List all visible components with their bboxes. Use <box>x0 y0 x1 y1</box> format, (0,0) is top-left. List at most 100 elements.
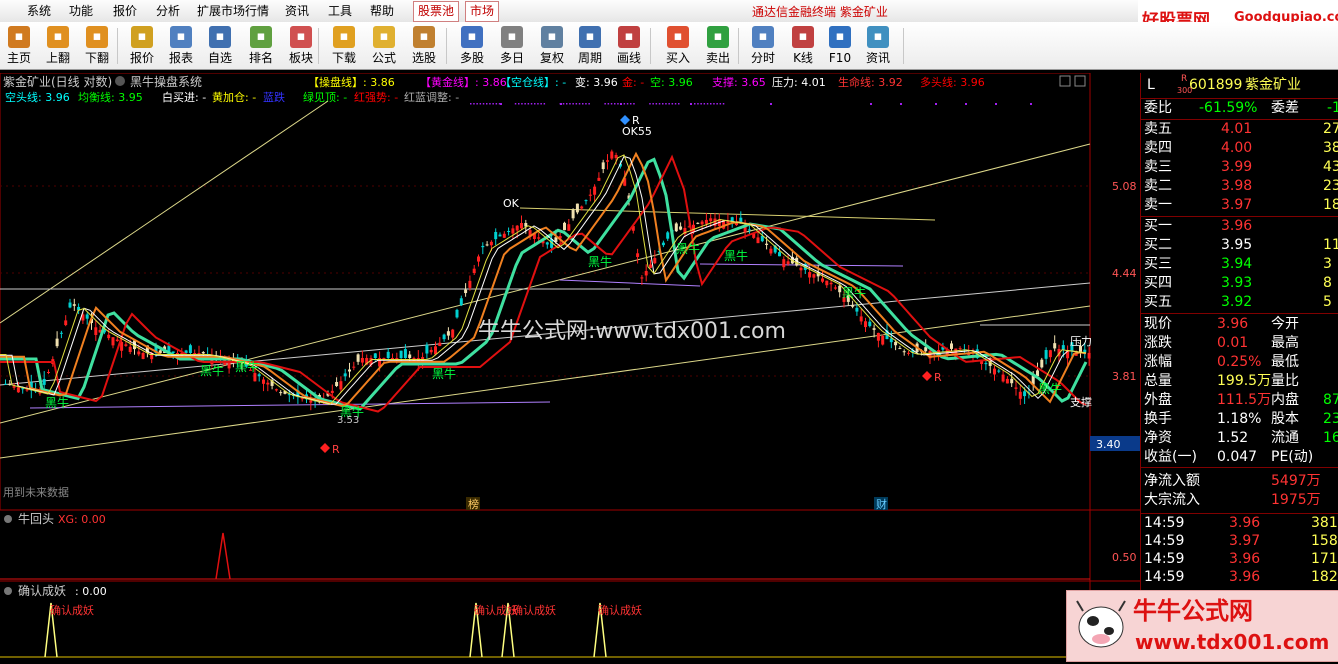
menu-help[interactable]: 帮助 <box>370 3 394 19</box>
menu-function[interactable]: 功能 <box>69 3 93 19</box>
indicator-value: 红蓝调整: - <box>404 90 459 104</box>
toolbar-download-button[interactable]: ▪ 下载 <box>326 24 362 68</box>
kline-icon: ▪ <box>792 26 814 48</box>
toolbar-home-button[interactable]: ▪ 主页 <box>1 24 37 68</box>
toolbar-rank-button[interactable]: ▪ 排名 <box>243 24 279 68</box>
kline-chart-area[interactable]: 紫金矿业(日线 对数) 黑牛操盘系统 【操盘线】: 3.86 【黄金线】: 3.86 【… <box>0 72 1140 660</box>
candle-body <box>709 218 713 222</box>
toolbar-f6-button[interactable]: ▪ 自选 <box>202 24 238 68</box>
stat-value: 0.047 <box>1217 449 1258 465</box>
sub2-title: 确认成妖 <box>18 584 66 598</box>
candle-body <box>597 177 601 181</box>
menu-system[interactable]: 系统 <box>27 3 51 19</box>
signal-dot <box>652 103 654 105</box>
toolbar-clock-button[interactable]: ▪ 多日 <box>494 24 530 68</box>
sell-volume: 23 <box>1323 178 1338 194</box>
candle-body <box>489 241 493 246</box>
bull-signal-label: 黑牛 <box>724 248 748 263</box>
toolbar-price-button[interactable]: ▪ 报价 <box>124 24 160 68</box>
tab-market[interactable]: 市场 <box>465 1 500 22</box>
bull-signal-label: 黑牛 <box>200 363 224 378</box>
toolbar-label: 资讯 <box>865 51 890 65</box>
toolbar-label: 选股 <box>411 51 436 65</box>
signal-dot <box>770 103 772 105</box>
toolbar-f8-button[interactable]: ▪ 周期 <box>572 24 608 68</box>
kline-chart-svg[interactable]: 紫金矿业(日线 对数) 黑牛操盘系统 【操盘线】: 3.86 【黄金线】: 3.86【… <box>0 72 1140 660</box>
toolbar-timeshare-button[interactable]: ▪ 分时 <box>745 24 781 68</box>
candle-body <box>889 338 893 343</box>
menu-tools[interactable]: 工具 <box>328 3 352 19</box>
toolbar-stock-pick-button[interactable]: ▪ 选股 <box>406 24 442 68</box>
menu-news[interactable]: 资讯 <box>285 3 309 19</box>
candle-body <box>451 329 455 338</box>
candle-body <box>1010 378 1014 384</box>
toolbar-label: 卖出 <box>705 51 730 65</box>
cow-logo-icon: 牛牛公式网 www.tdx001.com <box>1076 597 1329 654</box>
toolbar-report-button[interactable]: ▪ 报表 <box>163 24 199 68</box>
bull-signal-label: 黑牛 <box>842 285 866 300</box>
price-axis-label: 5.08 <box>1112 180 1137 193</box>
stat-label-2: 最高 <box>1271 335 1299 351</box>
pane-toggle-icon <box>4 587 12 595</box>
candle-body <box>502 233 506 238</box>
stat-label: 现价 <box>1144 316 1172 332</box>
tick-row: 14:59 3.97 158 <box>1141 532 1338 551</box>
stat-row-3: 总量 199.5万 量比 <box>1141 372 1338 391</box>
toolbar-buy-button[interactable]: ▪ 买入 <box>660 24 696 68</box>
flow-row-1: 大宗流入 1975万 <box>1141 491 1338 510</box>
toolbar-separator <box>650 28 651 64</box>
candle-body <box>257 374 261 377</box>
candle-body <box>1005 378 1009 384</box>
candle-body <box>666 232 670 239</box>
candle-body <box>47 372 50 373</box>
menu-quote[interactable]: 报价 <box>113 3 137 19</box>
candle-body <box>188 345 192 353</box>
toolbar-sell-button[interactable]: ▪ 卖出 <box>700 24 736 68</box>
candle-body <box>984 363 988 365</box>
toolbar-restore-button[interactable]: ▪ 复权 <box>534 24 570 68</box>
candle-body <box>872 328 876 330</box>
stat-label-2: 流通 <box>1271 430 1299 446</box>
candle-body <box>115 339 119 342</box>
toolbar-draw-line-button[interactable]: ▪ 画线 <box>611 24 647 68</box>
candle-body <box>399 350 403 358</box>
toolbar-news-button[interactable]: ▪ 资讯 <box>860 24 896 68</box>
toolbar-formula-button[interactable]: ▪ 公式 <box>366 24 402 68</box>
stat-label: 净资 <box>1144 430 1172 446</box>
signal-dot <box>694 103 696 105</box>
toolbar-f10-button[interactable]: ▪ F10 <box>822 24 858 68</box>
stock-code: 601899 <box>1189 77 1243 93</box>
menu-extended-market[interactable]: 扩展市场行情 <box>197 3 269 19</box>
signal-dot <box>674 103 677 105</box>
tab-stock-pool[interactable]: 股票池 <box>413 1 460 22</box>
candle-body <box>352 366 356 368</box>
tick-time: 14:59 <box>1144 533 1185 549</box>
signal-dot <box>668 103 670 105</box>
toolbar-arrow-up-button[interactable]: ▪ 上翻 <box>40 24 76 68</box>
indicator-value: 生命线: 3.92 <box>838 75 903 89</box>
toolbar-sector-button[interactable]: ▪ 板块 <box>283 24 319 68</box>
sub1-axis-label: 0.50 <box>1112 551 1137 564</box>
toolbar-label: 分时 <box>750 51 775 65</box>
stat-label-2: 今开 <box>1271 316 1299 332</box>
candle-body <box>580 206 584 209</box>
signal-dot <box>540 103 542 105</box>
buy-price: 3.96 <box>1221 218 1253 234</box>
menu-analysis[interactable]: 分析 <box>156 3 180 19</box>
candle-body <box>382 358 386 359</box>
toolbar-kline-button[interactable]: ▪ K线 <box>785 24 821 68</box>
pane-restore-icon <box>1059 75 1071 87</box>
toolbar-multi-stock-button[interactable]: ▪ 多股 <box>454 24 490 68</box>
stat-value-2: 23 <box>1323 411 1338 427</box>
signal-dot <box>560 103 562 105</box>
candle-body <box>782 259 786 268</box>
toolbar-label: 多股 <box>459 51 484 65</box>
signal-dot <box>678 103 680 105</box>
candle-body <box>197 353 201 354</box>
candle-body <box>997 370 1001 372</box>
toolbar-arrow-down-button[interactable]: ▪ 下翻 <box>79 24 115 68</box>
signal-dot <box>630 103 632 105</box>
toolbar-label: 下翻 <box>84 51 109 65</box>
candle-body <box>614 155 618 159</box>
candle-body <box>812 274 816 278</box>
